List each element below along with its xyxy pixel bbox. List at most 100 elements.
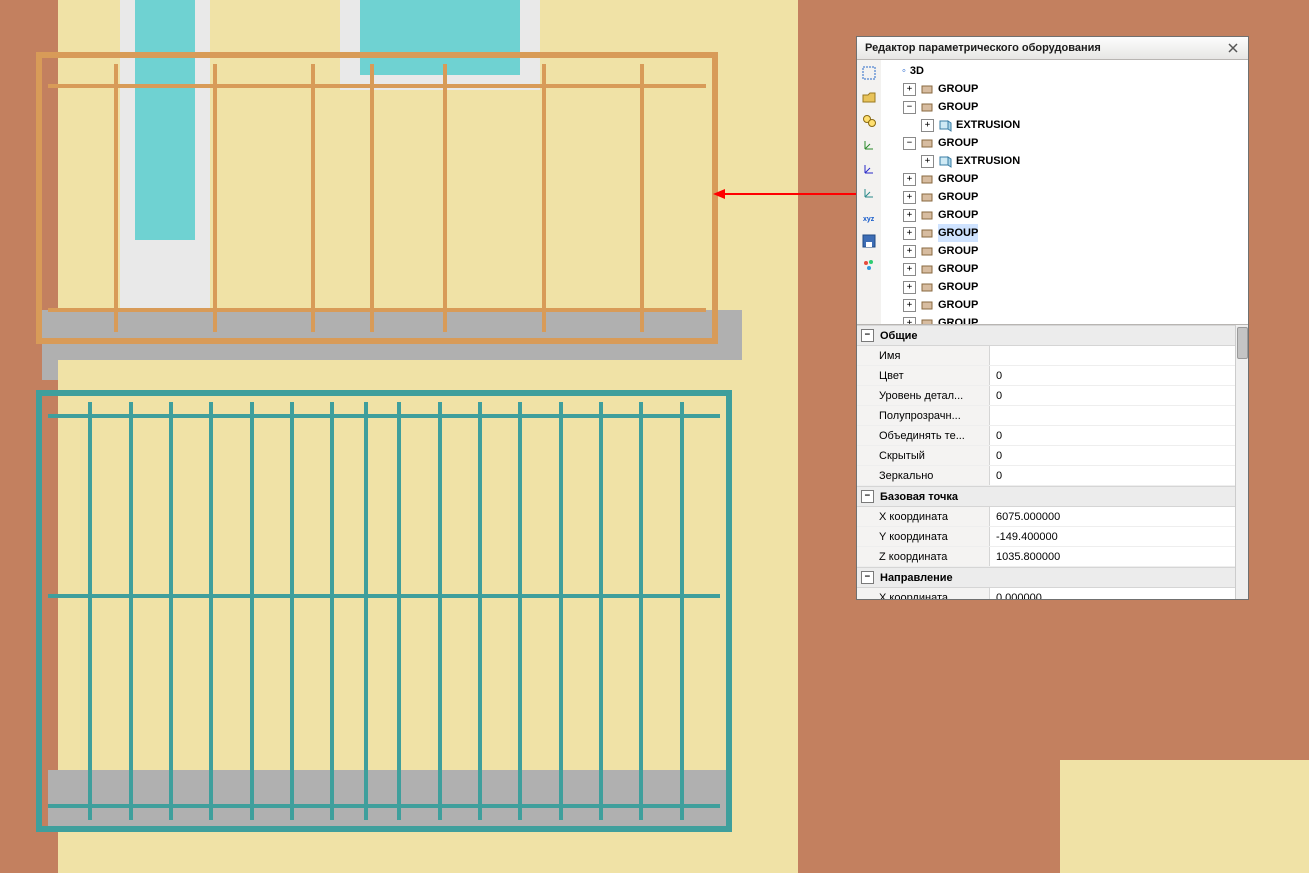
prop-row-y[interactable]: Y координата -149.400000 (857, 527, 1236, 547)
expand-icon[interactable]: + (903, 227, 916, 240)
property-grid[interactable]: − Общие Имя Цвет 0 Уровень детал... 0 (857, 325, 1248, 599)
tree-node-extrusion[interactable]: + EXTRUSION (885, 116, 1246, 134)
group-icon (920, 298, 934, 312)
prop-value[interactable] (990, 346, 1236, 365)
tree-node-group-selected[interactable]: + GROUP (885, 224, 1246, 242)
tool-xyz-icon[interactable]: xyz (858, 206, 880, 228)
tool-axis-x-icon[interactable] (858, 182, 880, 204)
section-basepoint[interactable]: − Базовая точка (857, 486, 1236, 507)
section-common[interactable]: − Общие (857, 325, 1236, 346)
tree-label: GROUP (938, 242, 978, 260)
extrusion-icon (938, 154, 952, 168)
tree-node-group[interactable]: + GROUP (885, 314, 1246, 324)
scrollbar[interactable] (1235, 325, 1248, 599)
tree-label: GROUP (938, 98, 978, 116)
expand-icon[interactable]: + (903, 173, 916, 186)
panel-title: Редактор параметрического оборудования (865, 42, 1101, 54)
tree-label: 3D (910, 62, 924, 80)
expand-icon[interactable]: + (903, 245, 916, 258)
expand-icon[interactable]: + (903, 83, 916, 96)
section-label: Базовая точка (880, 491, 958, 503)
annotation-arrow-head (713, 189, 725, 199)
prop-value[interactable]: 6075.000000 (990, 507, 1236, 526)
collapse-icon[interactable]: − (903, 101, 916, 114)
prop-value[interactable]: 0 (990, 466, 1236, 485)
section-label: Направление (880, 572, 953, 584)
tree-node-group[interactable]: + GROUP (885, 170, 1246, 188)
prop-label: Зеркально (857, 466, 990, 485)
prop-value[interactable]: -149.400000 (990, 527, 1236, 546)
expand-icon[interactable]: + (903, 209, 916, 222)
tool-palette-icon[interactable] (858, 254, 880, 276)
scrollbar-thumb[interactable] (1237, 327, 1248, 359)
tree-node-group[interactable]: + GROUP (885, 260, 1246, 278)
group-icon (920, 262, 934, 276)
prop-label: Имя (857, 346, 990, 365)
expand-icon[interactable]: + (903, 191, 916, 204)
svg-text:xyz: xyz (863, 216, 875, 223)
prop-row-hidden[interactable]: Скрытый 0 (857, 446, 1236, 466)
group-icon (920, 208, 934, 222)
param-editor-panel: Редактор параметрического оборудования (856, 36, 1249, 600)
prop-row-name[interactable]: Имя (857, 346, 1236, 366)
expand-icon[interactable]: + (903, 281, 916, 294)
prop-row-merge[interactable]: Объединять те... 0 (857, 426, 1236, 446)
annotation-arrow (725, 193, 860, 195)
prop-row-color[interactable]: Цвет 0 (857, 366, 1236, 386)
prop-label: Скрытый (857, 446, 990, 465)
prop-label: X координата (857, 507, 990, 526)
tree-node-group[interactable]: + GROUP (885, 278, 1246, 296)
expand-icon[interactable]: + (921, 155, 934, 168)
tree-node-3d[interactable]: ◦ 3D (885, 62, 1246, 80)
prop-row-detail[interactable]: Уровень детал... 0 (857, 386, 1236, 406)
tool-axis-z-icon[interactable] (858, 134, 880, 156)
prop-value[interactable]: 1035.800000 (990, 547, 1236, 566)
expand-icon[interactable]: + (921, 119, 934, 132)
prop-value[interactable]: 0 (990, 446, 1236, 465)
prop-label: Z координата (857, 547, 990, 566)
prop-row-x[interactable]: X координата 6075.000000 (857, 507, 1236, 527)
prop-row-dir-x[interactable]: X координата 0.000000 (857, 588, 1236, 599)
tree-node-group[interactable]: + GROUP (885, 296, 1246, 314)
tree-label: GROUP (938, 170, 978, 188)
tree-node-group[interactable]: − GROUP (885, 134, 1246, 152)
collapse-icon[interactable]: − (861, 329, 874, 342)
section-direction[interactable]: − Направление (857, 567, 1236, 588)
prop-label: Уровень детал... (857, 386, 990, 405)
collapse-icon[interactable]: − (903, 137, 916, 150)
prop-value[interactable]: 0 (990, 386, 1236, 405)
tool-open-icon[interactable] (858, 86, 880, 108)
tree-node-group[interactable]: − GROUP (885, 98, 1246, 116)
tool-select-icon[interactable] (858, 62, 880, 84)
prop-row-z[interactable]: Z координата 1035.800000 (857, 547, 1236, 567)
prop-label: Цвет (857, 366, 990, 385)
close-button[interactable] (1224, 40, 1242, 56)
tree-area: xyz ◦ 3D (857, 60, 1248, 325)
panel-titlebar[interactable]: Редактор параметрического оборудования (857, 37, 1248, 60)
expand-icon[interactable]: + (903, 263, 916, 276)
tree-label: EXTRUSION (956, 152, 1020, 170)
tree-node-group[interactable]: + GROUP (885, 188, 1246, 206)
prop-value[interactable] (990, 406, 1236, 425)
expand-icon[interactable]: + (903, 299, 916, 312)
collapse-icon[interactable]: − (861, 490, 874, 503)
tree-node-extrusion[interactable]: + EXTRUSION (885, 152, 1246, 170)
expand-icon[interactable]: + (903, 317, 916, 325)
tool-save-icon[interactable] (858, 230, 880, 252)
tool-axis-y-icon[interactable] (858, 158, 880, 180)
prop-row-alpha[interactable]: Полупрозрачн... (857, 406, 1236, 426)
group-icon (920, 226, 934, 240)
collapse-icon[interactable]: − (861, 571, 874, 584)
group-icon (920, 190, 934, 204)
tree-node-group[interactable]: + GROUP (885, 206, 1246, 224)
prop-value[interactable]: 0.000000 (990, 588, 1236, 599)
prop-row-mirror[interactable]: Зеркально 0 (857, 466, 1236, 486)
prop-value[interactable]: 0 (990, 366, 1236, 385)
tree-node-group[interactable]: + GROUP (885, 80, 1246, 98)
prop-value[interactable]: 0 (990, 426, 1236, 445)
structure-tree[interactable]: ◦ 3D + GROUP − GROUP (881, 60, 1248, 324)
tree-node-group[interactable]: + GROUP (885, 242, 1246, 260)
left-toolbar: xyz (857, 60, 881, 324)
viewport-3d[interactable]: Редактор параметрического оборудования (0, 0, 1309, 873)
tool-find-icon[interactable] (858, 110, 880, 132)
